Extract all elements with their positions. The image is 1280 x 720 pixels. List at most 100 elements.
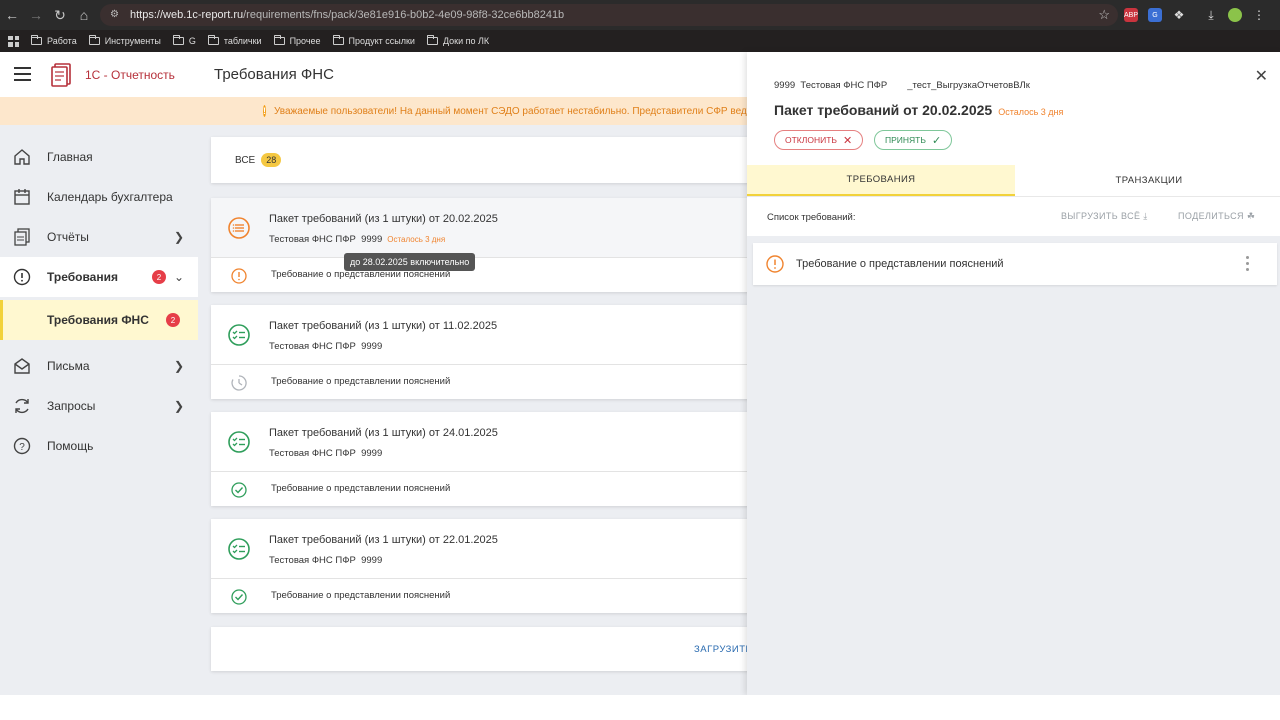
bookmark-folder[interactable]: Прочее [273, 35, 321, 46]
pack-card[interactable]: Пакет требований (из 1 штуки) от 24.01.2… [211, 412, 751, 506]
pack-card[interactable]: Пакет требований (из 1 штуки) от 20.02.2… [211, 198, 751, 292]
requirement-row[interactable]: Требование о представлении пояснений [211, 472, 751, 506]
back-icon[interactable]: ← [0, 3, 24, 27]
logo-icon[interactable] [50, 62, 76, 88]
requirements-count-badge: 2 [152, 270, 166, 284]
export-all-button[interactable]: ВЫГРУЗИТЬ ВСЁ ⤓ [1061, 211, 1148, 222]
adblock-extension-icon[interactable]: ABP [1124, 8, 1138, 22]
panel-remaining: Осталось 3 дня [998, 107, 1064, 117]
close-panel-icon[interactable]: ✕ [1255, 66, 1268, 86]
sidebar: Главная Календарь бухгалтера Отчёты ❯ Тр… [0, 125, 198, 695]
translate-extension-icon[interactable]: G [1148, 8, 1162, 22]
pack-sender: Тестовая ФНС ПФР [269, 448, 356, 459]
pack-subtitle: Тестовая ФНС ПФР 9999 [269, 448, 382, 459]
sidebar-item-requirements-fns[interactable]: Требования ФНС 2 [0, 300, 198, 340]
url-host: https://web.1c-report.ru [130, 9, 244, 21]
alert-circle-icon [13, 268, 31, 286]
load-more-card: ЗАГРУЗИТЬ [211, 627, 752, 671]
logo-text[interactable]: 1С - Отчетность [85, 68, 175, 82]
requirement-item[interactable]: Требование о представлении пояснений [753, 243, 1277, 285]
extensions-icon[interactable]: ❖ [1172, 8, 1186, 22]
reject-button[interactable]: ОТКЛОНИТЬ ✕ [774, 130, 864, 150]
requirement-row[interactable]: Требование о представлении пояснений [211, 365, 751, 399]
folder-icon [332, 35, 344, 45]
pack-card[interactable]: Пакет требований (из 1 штуки) от 22.01.2… [211, 519, 751, 613]
pack-header[interactable]: Пакет требований (из 1 штуки) от 24.01.2… [211, 412, 751, 472]
pack-card[interactable]: Пакет требований (из 1 штуки) от 11.02.2… [211, 305, 751, 399]
sidebar-item-home[interactable]: Главная [0, 137, 198, 177]
sidebar-item-letters[interactable]: Письма ❯ [0, 346, 198, 386]
bookmark-folder[interactable]: Продукт ссылки [332, 35, 415, 46]
requirement-row[interactable]: Требование о представлении пояснений [211, 579, 751, 613]
requirement-label: Требование о представлении пояснений [271, 590, 451, 601]
menu-dots-icon[interactable]: ⋮ [1252, 8, 1266, 22]
sidebar-item-reports[interactable]: Отчёты ❯ [0, 217, 198, 257]
mail-icon [14, 358, 30, 374]
requirement-label: Требование о представлении пояснений [271, 483, 451, 494]
sidebar-item-calendar[interactable]: Календарь бухгалтера [0, 177, 198, 217]
sidebar-item-label: Помощь [47, 439, 94, 453]
bookmark-star-icon[interactable]: ☆ [1098, 7, 1110, 23]
home-browser-icon[interactable]: ⌂ [72, 3, 96, 27]
notice-banner: ! Уважаемые пользователи! На данный моме… [0, 97, 765, 125]
more-options-icon[interactable] [1246, 256, 1249, 271]
tab-requirements[interactable]: ТРЕБОВАНИЯ [747, 165, 1015, 196]
bookmark-label: Доки по ЛК [442, 36, 490, 46]
pack-sender: Тестовая ФНС ПФР [269, 341, 356, 352]
pack-title: Пакет требований (из 1 штуки) от 24.01.2… [269, 427, 498, 439]
pack-title: Пакет требований (из 1 штуки) от 20.02.2… [269, 213, 498, 225]
panel-header: 9999 Тестовая ФНС ПФР _тест_ВыгрузкаОтчет… [747, 52, 1280, 165]
bookmark-folder[interactable]: Работа [31, 35, 77, 46]
pack-header[interactable]: Пакет требований (из 1 штуки) от 11.02.2… [211, 305, 751, 365]
pack-header[interactable]: Пакет требований (из 1 штуки) от 22.01.2… [211, 519, 751, 579]
load-more-button[interactable]: ЗАГРУЗИТЬ [694, 644, 752, 655]
pack-title: Пакет требований (из 1 штуки) от 22.01.2… [269, 534, 498, 546]
bookmark-label: Прочее [289, 36, 321, 46]
folder-icon [172, 35, 184, 45]
site-info-icon[interactable]: ⚙ [110, 9, 122, 21]
pack-subtitle: Тестовая ФНС ПФР 9999 Осталось 3 дня [269, 234, 445, 245]
warning-icon: ! [263, 105, 266, 117]
apps-grid-icon[interactable] [8, 35, 19, 47]
pack-subtitle: Тестовая ФНС ПФР 9999 [269, 555, 382, 566]
pack-code: 9999 [361, 448, 383, 459]
sidebar-item-requirements[interactable]: Требования 2 ⌄ [0, 257, 198, 297]
requirement-row[interactable]: Требование о представлении пояснений [211, 258, 751, 292]
sidebar-item-label: Письма [47, 359, 90, 373]
panel-title: Пакет требований от 20.02.2025 Осталось 3… [774, 102, 1063, 118]
address-bar[interactable]: ⚙ https://web.1c-report.ru/requirements/… [100, 4, 1118, 26]
folder-icon [31, 35, 42, 45]
folder-icon [426, 35, 438, 45]
sidebar-item-label: Требования ФНС [47, 313, 149, 327]
sidebar-item-help[interactable]: ? Помощь [0, 426, 198, 466]
pack-header[interactable]: Пакет требований (из 1 штуки) от 20.02.2… [211, 198, 751, 258]
all-count-badge: 28 [261, 153, 282, 167]
filter-all[interactable]: ВСЕ 28 [211, 137, 751, 183]
sidebar-item-label: Запросы [47, 399, 96, 413]
tab-transactions[interactable]: ТРАНЗАКЦИИ [1015, 165, 1280, 196]
menu-icon[interactable] [14, 67, 31, 81]
chevron-down-icon: ⌄ [173, 270, 184, 284]
bookmark-folder[interactable]: таблички [207, 35, 262, 46]
banner-text: Уважаемые пользователи! На данный момент… [274, 105, 765, 117]
requirement-title: Требование о представлении пояснений [796, 258, 1004, 270]
clock-pending-icon [231, 375, 247, 391]
profile-avatar[interactable] [1228, 8, 1242, 22]
chevron-right-icon: ❯ [173, 359, 184, 373]
bookmark-folder[interactable]: Доки по ЛК [426, 35, 490, 46]
download-icon[interactable]: ⤓ [1204, 8, 1218, 22]
chevron-right-icon: ❯ [173, 230, 184, 244]
bookmark-folder[interactable]: G [172, 35, 196, 46]
sidebar-item-requests[interactable]: Запросы ❯ [0, 386, 198, 426]
forward-icon[interactable]: → [24, 3, 48, 27]
bookmark-label: таблички [223, 36, 262, 46]
accept-button[interactable]: ПРИНЯТЬ ✓ [874, 130, 953, 150]
bookmark-folder[interactable]: Инструменты [88, 35, 161, 46]
share-button[interactable]: ПОДЕЛИТЬСЯ ☘ [1178, 211, 1255, 222]
bookmark-label: G [188, 36, 196, 46]
sidebar-item-label: Требования [47, 270, 118, 284]
reload-icon[interactable]: ↻ [48, 3, 72, 27]
bookmarks-bar: Работа Инструменты G таблички Прочее Про… [0, 30, 1280, 52]
sidebar-item-label: Отчёты [47, 230, 89, 244]
chevron-right-icon: ❯ [173, 399, 184, 413]
